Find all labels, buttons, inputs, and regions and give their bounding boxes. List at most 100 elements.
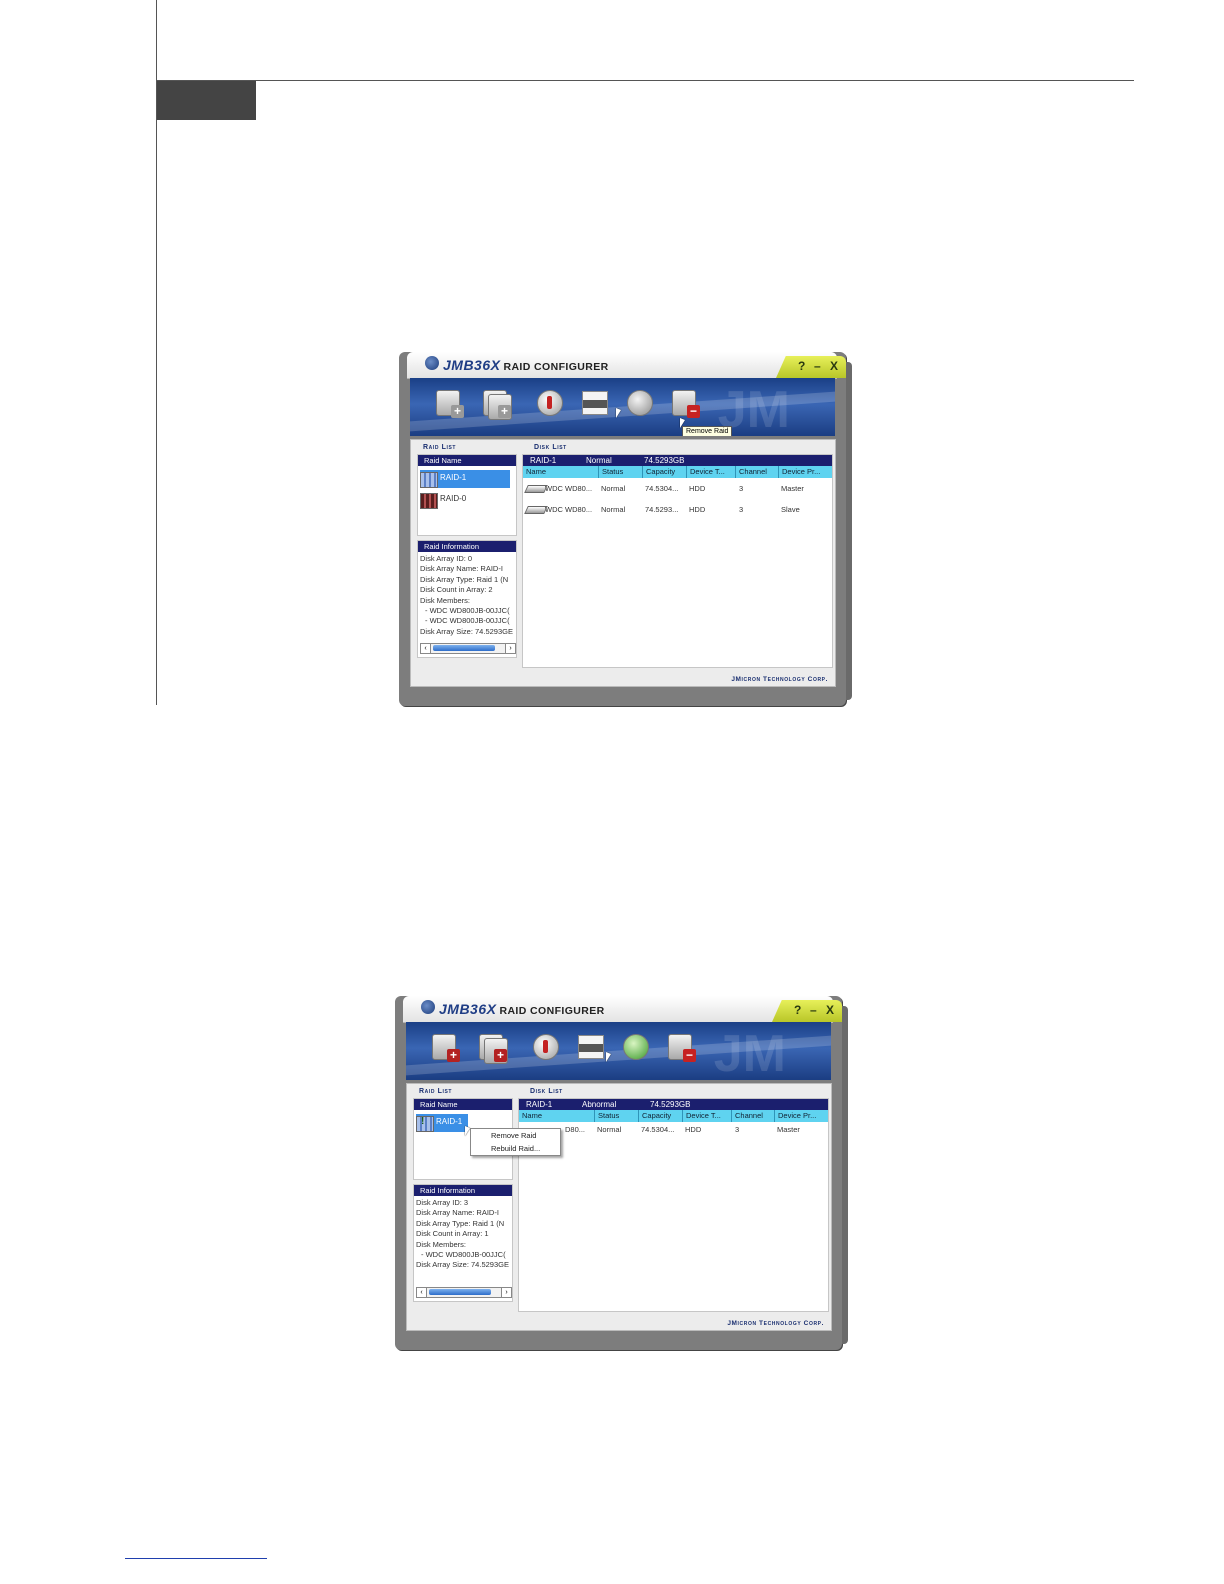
disk-channel: 3	[735, 1125, 740, 1134]
disk-status: Normal	[597, 1125, 622, 1134]
disk-device-type: HDD	[685, 1125, 702, 1134]
disk-info-button[interactable]	[534, 388, 564, 418]
scroll-left-icon[interactable]: ‹	[417, 1288, 427, 1297]
disk-name: WDC WD80...	[545, 484, 593, 493]
disk-capacity: 74.5304...	[645, 484, 679, 493]
info-line: Disk Members:	[420, 595, 471, 605]
disk-capacity: 74.5293...	[645, 505, 679, 514]
column-header[interactable]: Capacity	[638, 1110, 671, 1122]
scroll-right-icon[interactable]: ›	[501, 1288, 511, 1297]
minimize-button[interactable]: –	[814, 359, 821, 373]
summary-raid-name: RAID-1	[526, 1100, 553, 1109]
raid-array-icon	[420, 472, 438, 488]
summary-size: 74.5293GB	[644, 456, 685, 465]
create-raid-button[interactable]: +	[434, 388, 464, 418]
create-raid-button[interactable]: +	[430, 1032, 460, 1062]
scroll-thumb[interactable]	[429, 1289, 491, 1295]
column-header[interactable]: Status	[598, 466, 623, 478]
column-header[interactable]: Device T...	[686, 466, 725, 478]
info-line: Disk Array ID: 0	[420, 554, 473, 563]
raid-list-item[interactable]: RAID-1	[416, 1114, 468, 1132]
raid-list-caption: Raid List	[423, 444, 457, 451]
minimize-button[interactable]: –	[810, 1003, 817, 1017]
info-line: Disk Count in Array: 1	[416, 1229, 489, 1239]
raid-name: RAID-1	[440, 473, 467, 482]
minus-icon: −	[687, 405, 700, 418]
remove-raid-button[interactable]: −	[666, 1032, 696, 1062]
add-disk-button[interactable]: +	[481, 388, 512, 420]
window-title: JMB36X RAID CONFIGURER	[439, 1001, 605, 1017]
close-button[interactable]: X	[830, 359, 838, 373]
disk-table-header: Name Status Capacity Device T... Channel…	[523, 466, 832, 478]
info-line: Disk Array Name: RAID-I	[420, 564, 503, 574]
remove-raid-button[interactable]: −	[670, 388, 700, 418]
raid-list-item[interactable]: RAID-1	[420, 470, 510, 488]
raid-information-panel: Raid Information Disk Array ID: 3 Disk A…	[413, 1184, 513, 1302]
raid-info-header: Raid Information	[418, 541, 516, 552]
disk-list-panel: RAID-1 Abnormal 74.5293GB Name Status Ca…	[518, 1098, 829, 1312]
vendor-footer: JMicron Technology Corp.	[727, 1320, 824, 1327]
scroll-right-icon[interactable]: ›	[505, 644, 515, 653]
page-footer-rule	[125, 1558, 267, 1559]
disk-device-type: HDD	[689, 505, 706, 514]
raid-array-icon	[420, 493, 438, 509]
title-bar: JMB36X RAID CONFIGURER	[407, 352, 837, 379]
jmicron-logo-icon	[421, 1000, 435, 1014]
column-header[interactable]: Device T...	[682, 1110, 721, 1122]
column-header[interactable]: Status	[594, 1110, 619, 1122]
title-bar: JMB36X RAID CONFIGURER	[403, 996, 833, 1023]
info-line: Disk Array ID: 3	[416, 1198, 469, 1207]
add-disk-button[interactable]: +	[477, 1032, 508, 1064]
raid-list-header: Raid Name	[418, 455, 516, 466]
plus-icon: +	[498, 405, 511, 418]
disk-device-priority: Master	[781, 484, 804, 493]
table-row[interactable]: WDC WD80... Normal 74.5293... HDD 3 Slav…	[523, 499, 832, 520]
column-header[interactable]: Channel	[731, 1110, 763, 1122]
help-button[interactable]: ?	[798, 359, 805, 373]
column-header[interactable]: Name	[519, 1110, 542, 1122]
table-row[interactable]: D80... Normal 74.5304... HDD 3 Master	[519, 1122, 828, 1138]
summary-status: Normal	[586, 456, 612, 465]
scroll-thumb[interactable]	[433, 645, 495, 651]
mouse-cursor-icon	[616, 408, 621, 418]
disk-info-button[interactable]	[530, 1032, 560, 1062]
mouse-cursor-icon	[606, 1052, 611, 1062]
main-content: Raid List Disk List Raid Name RAID-1 RAI…	[410, 439, 836, 687]
raid-list-panel: Raid Name RAID-1 RAID-0	[417, 454, 517, 536]
help-button[interactable]: ?	[794, 1003, 801, 1017]
properties-button[interactable]	[575, 1032, 605, 1062]
raid-list-item[interactable]: RAID-0	[420, 491, 510, 509]
column-header[interactable]: Name	[523, 466, 546, 478]
disk-table-header: Name Status Capacity Device T... Channel…	[519, 1110, 828, 1122]
disk-device-priority: Master	[777, 1125, 800, 1134]
disk-name: WDC WD80...	[545, 505, 593, 514]
info-line: - WDC WD800JB-00JJC(	[425, 606, 510, 616]
info-line: - WDC WD800JB-00JJC(	[425, 616, 510, 626]
sheet-icon	[578, 1035, 604, 1059]
disk-device-priority: Slave	[781, 505, 800, 514]
info-line: Disk Array Type: Raid 1 (N	[420, 574, 509, 584]
scroll-left-icon[interactable]: ‹	[421, 644, 431, 653]
menu-item-remove-raid[interactable]: Remove Raid	[471, 1129, 560, 1142]
disk-status: Normal	[601, 505, 626, 514]
column-header[interactable]: Channel	[735, 466, 767, 478]
sheet-icon	[582, 391, 608, 415]
rebuild-button[interactable]	[620, 1032, 650, 1062]
disk-channel: 3	[739, 484, 744, 493]
column-header[interactable]: Device Pr...	[778, 466, 820, 478]
menu-item-rebuild-raid[interactable]: Rebuild Raid...	[471, 1142, 560, 1155]
window-controls: ? – X	[776, 356, 846, 378]
close-button[interactable]: X	[826, 1003, 834, 1017]
column-header[interactable]: Device Pr...	[774, 1110, 816, 1122]
table-row[interactable]: WDC WD80... Normal 74.5304... HDD 3 Mast…	[523, 478, 832, 499]
disk-device-type: HDD	[689, 484, 706, 493]
horizontal-scrollbar[interactable]: ‹ ›	[416, 1287, 512, 1298]
sync-icon	[627, 390, 653, 416]
rebuild-button[interactable]	[624, 388, 654, 418]
column-header[interactable]: Capacity	[642, 466, 675, 478]
vendor-footer: JMicron Technology Corp.	[731, 676, 828, 683]
properties-button[interactable]	[579, 388, 609, 418]
raid-warning-icon	[416, 1116, 434, 1132]
disk-list-panel: RAID-1 Normal 74.5293GB Name Status Capa…	[522, 454, 833, 668]
horizontal-scrollbar[interactable]: ‹ ›	[420, 643, 516, 654]
